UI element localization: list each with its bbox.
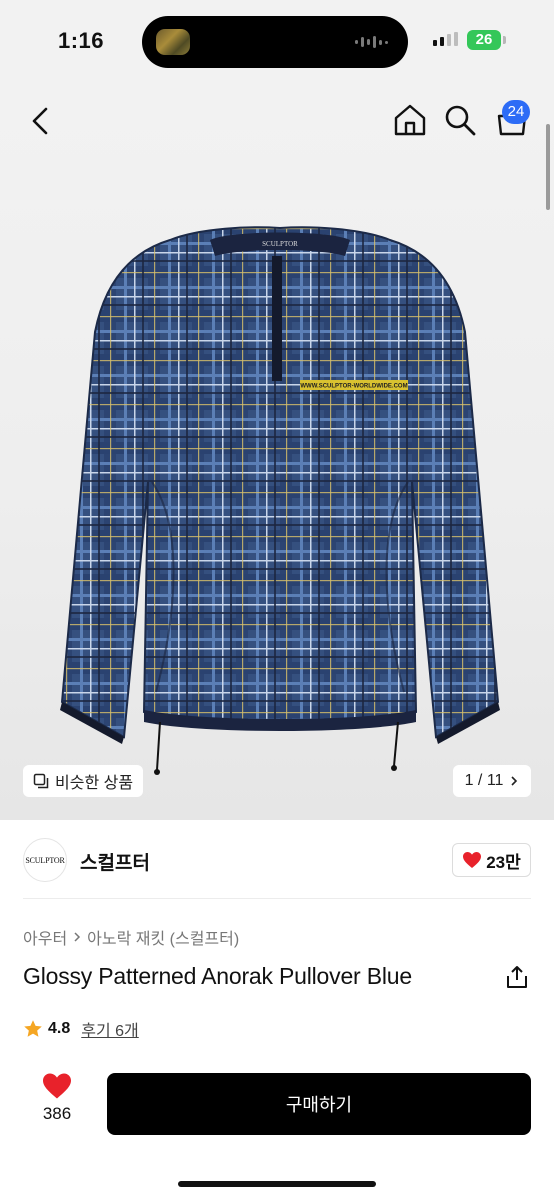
status-bar: 1:16 26	[0, 0, 554, 80]
shop-like-count: 23만	[486, 852, 521, 872]
collar-label: SCULPTOR	[262, 240, 298, 248]
breadcrumb: 아우터 아노락 재킷 (스컬프터)	[23, 925, 239, 949]
buy-button[interactable]: 구매하기	[107, 1073, 531, 1135]
shop-name[interactable]: 스컬프터	[80, 848, 150, 875]
chevron-right-icon	[74, 932, 81, 942]
similar-products-label: 비슷한 상품	[55, 775, 134, 792]
product-photo-anorak: SCULPTOR WWW.SCULPTOR-WORLDWIDE.COM	[60, 226, 500, 775]
heart-icon	[463, 852, 482, 868]
breadcrumb-subcategory[interactable]: 아노락 재킷 (스컬프터)	[87, 925, 239, 949]
copy-icon	[33, 773, 49, 789]
home-icon[interactable]	[392, 102, 428, 138]
wishlist-button[interactable]: 386	[36, 1072, 78, 1132]
shop-logo-text: SCULPTOR	[25, 855, 65, 865]
status-time: 1:16	[58, 28, 105, 53]
chevron-right-icon	[511, 776, 518, 786]
jacket-url-label: WWW.SCULPTOR-WORLDWIDE.COM	[300, 384, 407, 390]
product-rating: 4.8 후기 6개	[23, 1017, 139, 1041]
dynamic-island	[142, 16, 408, 68]
search-icon[interactable]	[442, 102, 478, 138]
product-title: Glossy Patterned Anorak Pullover Blue	[23, 963, 412, 989]
image-page-counter[interactable]: 1 / 11	[453, 765, 531, 797]
cellular-signal-icon	[433, 32, 458, 46]
divider	[23, 898, 531, 899]
chevron-left-icon[interactable]	[26, 104, 56, 138]
breadcrumb-category[interactable]: 아우터	[23, 925, 67, 949]
page-counter-text: 1 / 11	[464, 772, 504, 789]
heart-icon	[43, 1073, 71, 1099]
star-icon	[24, 1020, 42, 1037]
cart-count-badge: 24	[502, 100, 530, 124]
share-icon[interactable]	[504, 964, 530, 990]
shop-logo[interactable]: SCULPTOR	[23, 838, 67, 882]
rating-score: 4.8	[48, 1020, 71, 1037]
home-indicator[interactable]	[178, 1181, 376, 1187]
scrollbar[interactable]	[546, 124, 550, 210]
shop-like-button[interactable]: 23만	[452, 843, 531, 877]
now-playing-thumbnail	[156, 29, 190, 55]
battery-indicator: 26	[467, 30, 501, 50]
similar-products-button[interactable]: 비슷한 상품	[23, 765, 144, 797]
battery-tip	[503, 36, 506, 44]
wishlist-count: 386	[42, 1104, 72, 1123]
reviews-link[interactable]: 후기 6개	[81, 1017, 139, 1041]
audio-wave-icon	[355, 36, 388, 48]
